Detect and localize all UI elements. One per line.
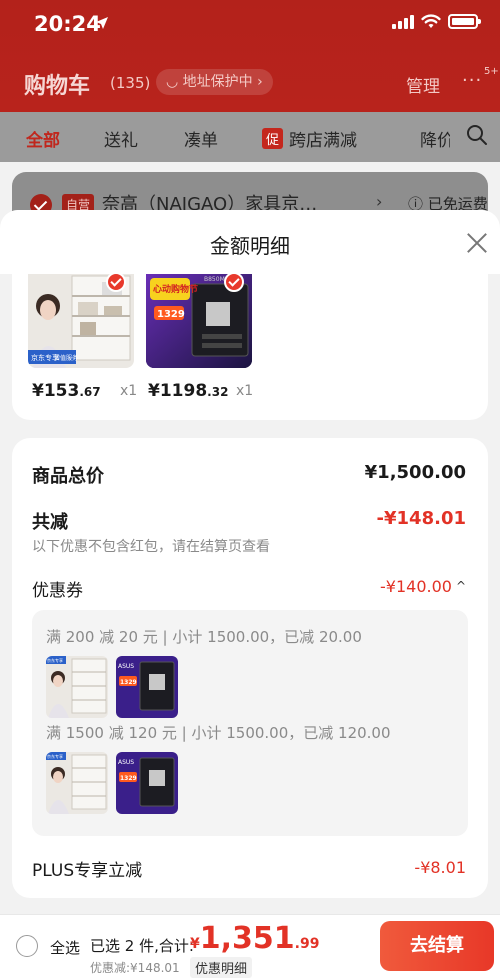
coupon-row-toggle[interactable]: -¥140.00 ^ [380,577,466,596]
plus-discount-value: -¥8.01 [414,858,466,877]
svg-text:1329: 1329 [157,309,185,320]
status-icons [392,14,481,29]
svg-text:京东专享: 京东专享 [47,657,63,663]
cellular-signal-icon [392,14,414,29]
coupon-rule: 满 200 减 20 元 | 小计 1500.00，已减 20.00 [46,628,362,646]
tab-price-drop[interactable]: 降价 [420,126,450,151]
tab-all[interactable]: 全部 [26,126,60,151]
cart-header: 20:24 购物车 (135) ◡ 地址保护中 › 管理 ··· 5+ [0,0,500,112]
amount-breakdown: 商品总价 ¥1,500.00 共减 -¥148.01 以下优惠不包含红包，请在结… [12,438,488,898]
search-icon[interactable] [466,124,488,146]
sheet-header: 金额明细 [0,210,500,274]
cart-title: 购物车 [24,74,91,99]
total-reduction-label: 共减 [32,512,68,533]
coupon-label: 优惠券 [32,581,83,601]
svg-text:心动购物节: 心动购物节 [153,283,198,295]
filter-tabs: 全部 送礼 凑单 促跨店满减 降价 [0,112,500,162]
coupon-details: 满 200 减 20 元 | 小计 1500.00，已减 20.00 京东专享 … [32,610,468,836]
tab-cross-store-discount[interactable]: 促跨店满减 [262,126,357,151]
product-quantity: x1 [120,383,138,399]
tab-gift[interactable]: 送礼 [104,126,138,151]
total-reduction-value: -¥148.01 [376,508,466,529]
more-badge: 5+ [484,66,499,77]
svg-text:1329: 1329 [120,775,137,782]
svg-text:ASUS: ASUS [118,663,134,670]
product-thumb-motherboard: 1329 ASUS [116,656,178,718]
status-time: 20:24 [34,12,101,36]
selected-products: 京东专享 增值服务 ¥153.67 x1 心动购物节 1329 B850M-PL… [12,274,488,420]
chevron-right-icon: › [376,192,383,211]
svg-text:ASUS: ASUS [118,759,134,766]
product-price: ¥153.67 [32,381,101,401]
product-thumb-shelf: 京东专享 [46,656,108,718]
discount-detail-link[interactable]: 优惠明细 [190,957,253,978]
select-all-checkbox[interactable] [16,935,38,957]
tab-bundle[interactable]: 凑单 [184,126,218,151]
close-icon[interactable] [466,232,488,254]
discount-summary: 优惠减:¥148.01 [90,961,180,975]
status-bar: 20:24 [0,0,500,50]
reduction-note: 以下优惠不包含红包，请在结算页查看 [32,539,270,555]
manage-button[interactable]: 管理 [406,72,440,97]
product-image-motherboard: 心动购物节 1329 B850M-PL [146,274,252,368]
goods-total-label: 商品总价 [32,466,104,487]
more-icon[interactable]: ··· [462,70,482,91]
selected-count: 已选 2 件,合计: [90,937,194,955]
coupon-rule: 满 1500 减 120 元 | 小计 1500.00，已减 120.00 [46,724,391,742]
cart-count: (135) [110,74,151,92]
select-all-label[interactable]: 全选 [50,937,80,958]
goods-total-value: ¥1,500.00 [364,462,466,483]
checkout-button[interactable]: 去结算 [380,921,494,971]
battery-icon [448,14,481,29]
chevron-up-icon: ^ [455,579,466,593]
product-image-shelf: 京东专享 增值服务 [28,274,134,368]
total-price: ¥1,351.99 [190,921,320,956]
product-thumb-motherboard: 1329 ASUS [116,752,178,814]
sheet-title: 金额明细 [210,234,290,258]
wifi-icon [421,14,441,28]
plus-discount-label: PLUS专享立减 [32,861,143,881]
product-price: ¥1198.32 [148,381,229,401]
product-thumb-shelf: 京东专享 [46,752,108,814]
svg-text:增值服务: 增值服务 [54,354,78,362]
address-protection-pill[interactable]: ◡ 地址保护中 › [156,69,273,95]
promo-tag: 促 [262,128,284,149]
product-quantity: x1 [236,383,254,399]
amount-details-sheet: 金额明细 京东专享 增值服务 ¥153.67 x1 心动购物节 1329 B85… [0,210,500,978]
svg-text:京东专享: 京东专享 [47,753,63,759]
svg-text:1329: 1329 [120,679,137,686]
checkout-bar: 全选 已选 2 件,合计: ¥1,351.99 优惠减:¥148.01 优惠明细… [0,914,500,978]
tab-label: 跨店满减 [289,131,358,151]
location-arrow-icon [96,17,108,29]
coupon-value: -¥140.00 [380,577,452,596]
